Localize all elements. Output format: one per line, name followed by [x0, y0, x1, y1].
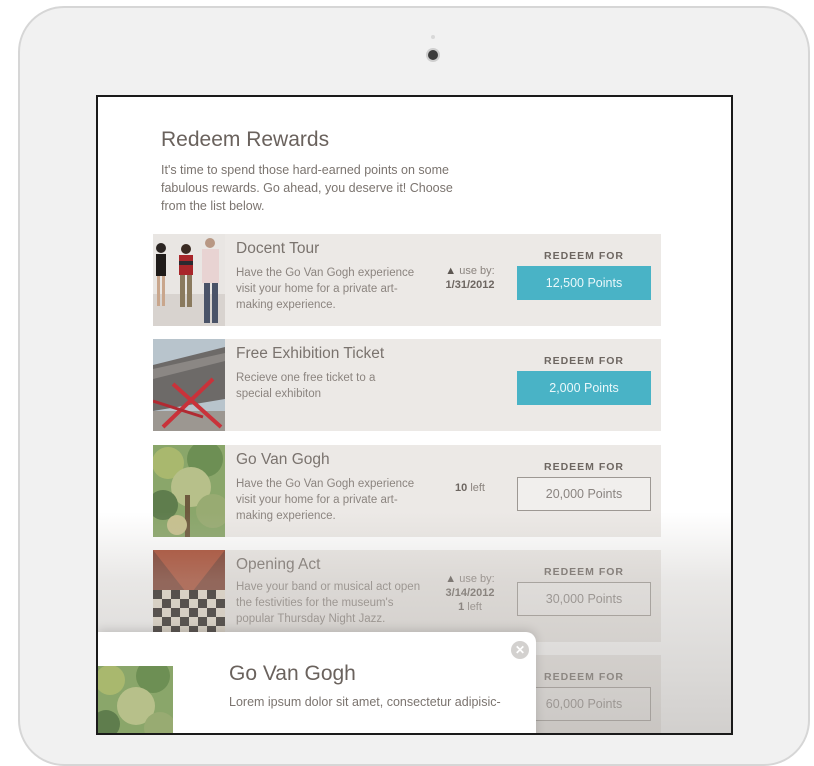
reward-description: Have the Go Van Gogh experience visit yo…	[236, 267, 415, 311]
reward-row-free-exhibition-ticket: Free Exhibition Ticket Recieve one free …	[153, 339, 661, 431]
redeem-button-go-van-gogh[interactable]: 20,000 Points	[517, 477, 651, 511]
detail-image	[98, 666, 173, 733]
reward-image-go-van-gogh	[153, 445, 225, 537]
detail-title: Go Van Gogh	[229, 662, 356, 685]
reward-image-opening-act	[153, 550, 225, 642]
tablet-screen: Redeem Rewards It's time to spend those …	[96, 95, 733, 735]
use-by-date: 1/31/2012	[445, 279, 495, 291]
redeem-for-label: REDEEM FOR	[543, 671, 624, 683]
close-icon[interactable]: ✕	[511, 641, 529, 659]
warning-icon: ▲	[445, 265, 457, 277]
use-by-date: 3/14/2012	[445, 587, 495, 599]
redeem-for-label: REDEEM FOR	[543, 461, 624, 473]
reward-description: Recieve one free ticket to a special exh…	[236, 372, 376, 400]
remaining-count: 1	[458, 601, 465, 613]
use-by-label: use by:	[459, 573, 495, 585]
remaining-label: left	[470, 482, 485, 494]
reward-row-docent-tour: Docent Tour Have the Go Van Gogh experie…	[153, 234, 661, 326]
use-by-label: use by:	[459, 265, 495, 277]
remaining-count: 10	[455, 482, 468, 494]
redeem-for-label: REDEEM FOR	[543, 566, 624, 578]
reward-title: Free Exhibition Ticket	[236, 345, 385, 362]
reward-description: Have the Go Van Gogh experience visit yo…	[236, 478, 415, 522]
reward-row-opening-act: Opening Act Have your band or musical ac…	[153, 550, 661, 642]
warning-icon: ▲	[445, 573, 457, 585]
page-title: Redeem Rewards	[161, 128, 330, 151]
page-intro: It's time to spend those hard-earned poi…	[161, 163, 453, 213]
reward-title: Docent Tour	[236, 240, 320, 257]
reward-detail-panel: ✕ Go Van Gogh Lorem ipsum dolor sit amet…	[98, 632, 536, 733]
remaining-label: left	[467, 601, 482, 613]
redeem-button-free-exhibition-ticket[interactable]: 2,000 Points	[517, 371, 651, 405]
redeem-button-5[interactable]: 60,000 Points	[517, 687, 651, 721]
reward-description: Have your band or musical act open the f…	[236, 581, 421, 625]
reward-title: Go Van Gogh	[236, 451, 330, 468]
redeem-button-opening-act[interactable]: 30,000 Points	[517, 582, 651, 616]
reward-image-docent-tour	[153, 234, 225, 326]
reward-use-by: ▲ use by: 1/31/2012	[435, 264, 505, 292]
redeem-for-label: REDEEM FOR	[543, 355, 624, 367]
redeem-button-docent-tour[interactable]: 12,500 Points	[517, 266, 651, 300]
reward-row-go-van-gogh: Go Van Gogh Have the Go Van Gogh experie…	[153, 445, 661, 537]
reward-remaining: 10 left	[435, 481, 505, 495]
reward-image-free-exhibition-ticket	[153, 339, 225, 431]
redeem-for-label: REDEEM FOR	[543, 250, 624, 262]
reward-use-by: ▲ use by: 3/14/2012 1 left	[435, 572, 505, 614]
sensor-icon	[431, 35, 435, 39]
detail-text: Lorem ipsum dolor sit amet, consectetur …	[229, 695, 501, 709]
camera-icon	[428, 50, 438, 60]
reward-title: Opening Act	[236, 556, 321, 573]
